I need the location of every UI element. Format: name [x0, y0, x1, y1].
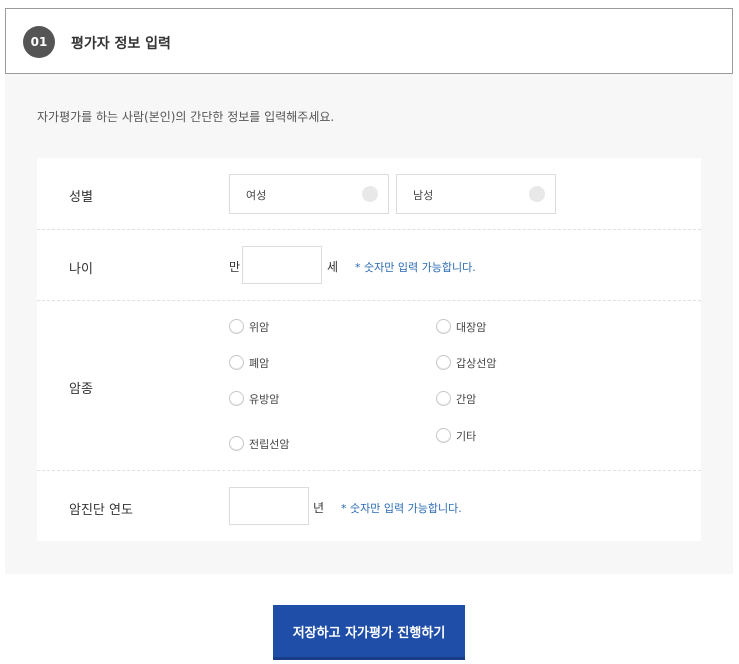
diagnosis-year-hint: * 숫자만 입력 가능합니다.: [341, 502, 462, 515]
radio-circle-icon: [229, 319, 244, 334]
gender-option-female[interactable]: 여성: [229, 174, 389, 214]
radio-circle-icon: [436, 355, 451, 370]
cancer-option-label: 전립선암: [249, 438, 290, 451]
radio-circle-icon: [436, 391, 451, 406]
gender-option-male[interactable]: 남성: [396, 174, 556, 214]
diagnosis-year-label: 암진단 연도: [69, 503, 133, 518]
age-hint: * 숫자만 입력 가능합니다.: [355, 261, 476, 274]
gender-option-label: 여성: [246, 189, 267, 202]
gender-row: 성별 여성 남성: [37, 158, 701, 230]
age-suffix: 세: [327, 260, 339, 274]
radio-circle-icon: [436, 428, 451, 443]
cancer-option-label: 기타: [456, 430, 477, 443]
cancer-option-label: 대장암: [456, 321, 487, 334]
radio-dot-icon: [362, 186, 378, 202]
radio-circle-icon: [229, 391, 244, 406]
diagnosis-year-suffix: 년: [313, 501, 325, 515]
cancer-option-label: 갑상선암: [456, 357, 497, 370]
age-input[interactable]: [242, 246, 322, 284]
section-header: 01 평가자 정보 입력: [5, 8, 733, 74]
step-number-badge: 01: [23, 26, 55, 58]
radio-circle-icon: [229, 355, 244, 370]
cancer-option-label: 폐암: [249, 357, 270, 370]
cancer-option-label: 간암: [456, 393, 477, 406]
cancer-type-label: 암종: [69, 382, 93, 397]
form-panel: 자가평가를 하는 사람(본인)의 간단한 정보를 입력해주세요. 성별 여성 남…: [5, 74, 733, 574]
diagnosis-year-input[interactable]: [229, 487, 309, 525]
gender-option-label: 남성: [413, 189, 434, 202]
save-and-start-button[interactable]: 저장하고 자가평가 진행하기: [273, 605, 465, 660]
radio-dot-icon: [529, 186, 545, 202]
diagnosis-year-row: 암진단 연도 년 * 숫자만 입력 가능합니다.: [37, 471, 701, 541]
intro-text: 자가평가를 하는 사람(본인)의 간단한 정보를 입력해주세요.: [37, 110, 335, 124]
radio-circle-icon: [229, 436, 244, 451]
age-prefix: 만: [229, 260, 241, 274]
section-title: 평가자 정보 입력: [71, 36, 171, 52]
cancer-option-label: 유방암: [249, 393, 280, 406]
evaluator-form: 성별 여성 남성 나이 만 세 * 숫자만 입력 가능합니다. 암종 위암 폐암…: [37, 158, 701, 541]
cancer-option-label: 위암: [249, 321, 270, 334]
gender-label: 성별: [69, 190, 93, 205]
radio-circle-icon: [436, 319, 451, 334]
age-label: 나이: [69, 262, 93, 277]
cancer-type-row: 암종 위암 폐암 유방암 전립선암 대장암 갑상선암 간암 기타: [37, 301, 701, 471]
age-row: 나이 만 세 * 숫자만 입력 가능합니다.: [37, 230, 701, 301]
